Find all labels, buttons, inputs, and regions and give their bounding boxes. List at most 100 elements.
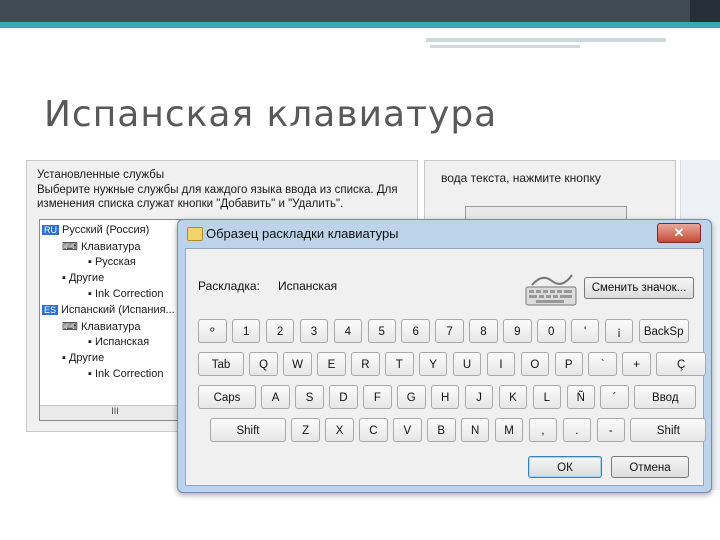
- key-3-5[interactable]: B: [427, 418, 456, 442]
- dialog-title: Образец раскладки клавиатуры: [206, 226, 399, 241]
- tree-item-spanish-layout[interactable]: ▪ Испанская: [88, 336, 149, 348]
- slide-rule: [426, 38, 666, 42]
- services-description: Выберите нужные службы для каждого языка…: [37, 184, 398, 210]
- key-0-8[interactable]: 8: [469, 319, 498, 343]
- right-panel-text: вода текста, нажмите кнопку: [441, 171, 601, 185]
- key-0-4[interactable]: 4: [333, 319, 363, 343]
- slide-top-bar: [0, 0, 720, 28]
- dialog-body: Раскладка: Испанская Сменить значок... º…: [185, 248, 707, 486]
- tree-item-label: Другие: [68, 352, 105, 364]
- tree-item-keyboard[interactable]: ⌨ Клавиатура: [62, 240, 141, 253]
- key-2-4[interactable]: F: [363, 385, 392, 409]
- services-tree[interactable]: RU Русский (Россия) ⌨ Клавиатура ▪ Русска…: [39, 219, 191, 421]
- slide-corner-block: [690, 0, 720, 22]
- layout-label: Раскладка:: [198, 279, 260, 293]
- tree-item-label: Испанская: [94, 336, 150, 348]
- key-0-1[interactable]: 1: [231, 319, 261, 343]
- dialog-icon: [187, 227, 203, 241]
- key-0-0[interactable]: º: [198, 319, 227, 343]
- tree-item-russian[interactable]: RU Русский (Россия): [42, 224, 149, 236]
- slide-rule-short: [430, 45, 580, 48]
- close-button[interactable]: ✕: [657, 223, 701, 243]
- key-0-9[interactable]: 9: [503, 319, 532, 343]
- key-1-5[interactable]: T: [385, 352, 414, 376]
- tree-item-other-es[interactable]: ▪ Другие: [62, 352, 104, 364]
- key-3-6[interactable]: N: [460, 418, 490, 442]
- key-2-5[interactable]: G: [397, 385, 426, 409]
- key-1-4[interactable]: R: [351, 352, 380, 376]
- key-0-10[interactable]: 0: [537, 319, 566, 343]
- key-1-6[interactable]: Y: [418, 352, 448, 376]
- key-1-12[interactable]: +: [622, 352, 651, 376]
- key-2-3[interactable]: D: [329, 385, 358, 409]
- key-2-7[interactable]: J: [464, 385, 494, 409]
- key-2-1[interactable]: A: [261, 385, 290, 409]
- tree-item-label: Русская: [94, 256, 136, 268]
- key-1-13[interactable]: Ç: [656, 352, 707, 376]
- key-3-10[interactable]: -: [596, 418, 625, 442]
- key-3-1[interactable]: Z: [291, 418, 320, 442]
- tree-item-label: Испанский (Испания...: [61, 304, 175, 316]
- tree-item-ink[interactable]: ▪ Ink Correction: [88, 288, 163, 300]
- key-0-11[interactable]: ': [570, 319, 600, 343]
- key-3-8[interactable]: ,: [528, 418, 558, 442]
- key-1-2[interactable]: W: [283, 352, 312, 376]
- keyboard-layout-dialog: Образец раскладки клавиатуры ✕ Раскладка…: [177, 219, 712, 493]
- key-2-0[interactable]: Caps: [198, 385, 256, 409]
- key-0-6[interactable]: 6: [401, 319, 430, 343]
- tree-horizontal-scrollbar[interactable]: III: [40, 405, 190, 420]
- key-3-4[interactable]: V: [393, 418, 422, 442]
- key-0-7[interactable]: 7: [435, 319, 464, 343]
- key-1-11[interactable]: `: [588, 352, 617, 376]
- tree-item-label: Клавиатура: [80, 321, 141, 333]
- key-2-10[interactable]: Ñ: [566, 385, 595, 409]
- tree-item-ink-es[interactable]: ▪ Ink Correction: [88, 368, 163, 380]
- key-1-10[interactable]: P: [554, 352, 583, 376]
- cancel-button[interactable]: Отмена: [611, 456, 689, 478]
- key-2-2[interactable]: S: [295, 385, 324, 409]
- key-1-8[interactable]: I: [486, 352, 516, 376]
- key-1-0[interactable]: Tab: [198, 352, 244, 376]
- slide-title: Испанская клавиатура: [44, 94, 498, 135]
- tree-item-spanish[interactable]: ES Испанский (Испания...: [42, 304, 175, 316]
- key-0-2[interactable]: 2: [265, 319, 295, 343]
- tree-item-label: Клавиатура: [80, 241, 141, 253]
- ru-badge: RU: [42, 225, 59, 235]
- key-0-3[interactable]: 3: [299, 319, 329, 343]
- tree-item-label: Русский (Россия): [62, 224, 150, 236]
- layout-value: Испанская: [278, 279, 338, 293]
- es-badge: ES: [42, 305, 59, 315]
- key-0-12[interactable]: ¡: [604, 319, 634, 343]
- key-2-8[interactable]: K: [498, 385, 528, 409]
- keyboard-icon: [525, 274, 577, 306]
- keyboard-icon: ⌨: [62, 321, 81, 333]
- keyboard-icon: ⌨: [62, 241, 81, 253]
- tree-item-other[interactable]: ▪ Другие: [62, 272, 104, 284]
- slide-accent-stripe: [0, 22, 720, 28]
- key-3-2[interactable]: X: [325, 418, 354, 442]
- language-settings-right-panel: вода текста, нажмите кнопку: [424, 160, 676, 222]
- installed-services-label: Установленные службы: [37, 169, 165, 181]
- tree-item-label: Ink Correction: [94, 288, 164, 300]
- key-3-9[interactable]: .: [562, 418, 592, 442]
- key-2-9[interactable]: L: [532, 385, 562, 409]
- key-1-9[interactable]: O: [520, 352, 550, 376]
- tree-item-keyboard-es[interactable]: ⌨ Клавиатура: [62, 320, 141, 333]
- key-3-7[interactable]: M: [494, 418, 524, 442]
- key-0-5[interactable]: 5: [367, 319, 396, 343]
- key-3-11[interactable]: Shift: [630, 418, 707, 442]
- key-1-7[interactable]: U: [452, 352, 482, 376]
- tree-item-label: Другие: [68, 272, 105, 284]
- ok-button[interactable]: ОК: [528, 456, 602, 478]
- key-0-13[interactable]: BackSp: [638, 319, 689, 343]
- tree-item-label: Ink Correction: [94, 368, 164, 380]
- change-icon-button[interactable]: Сменить значок...: [584, 277, 694, 299]
- key-3-0[interactable]: Shift: [210, 418, 286, 442]
- tree-item-russian-layout[interactable]: ▪ Русская: [88, 256, 136, 268]
- key-2-6[interactable]: H: [430, 385, 460, 409]
- key-3-3[interactable]: C: [359, 418, 388, 442]
- key-1-1[interactable]: Q: [249, 352, 278, 376]
- key-1-3[interactable]: E: [317, 352, 346, 376]
- key-2-12[interactable]: Ввод: [634, 385, 697, 409]
- key-2-11[interactable]: ´: [600, 385, 629, 409]
